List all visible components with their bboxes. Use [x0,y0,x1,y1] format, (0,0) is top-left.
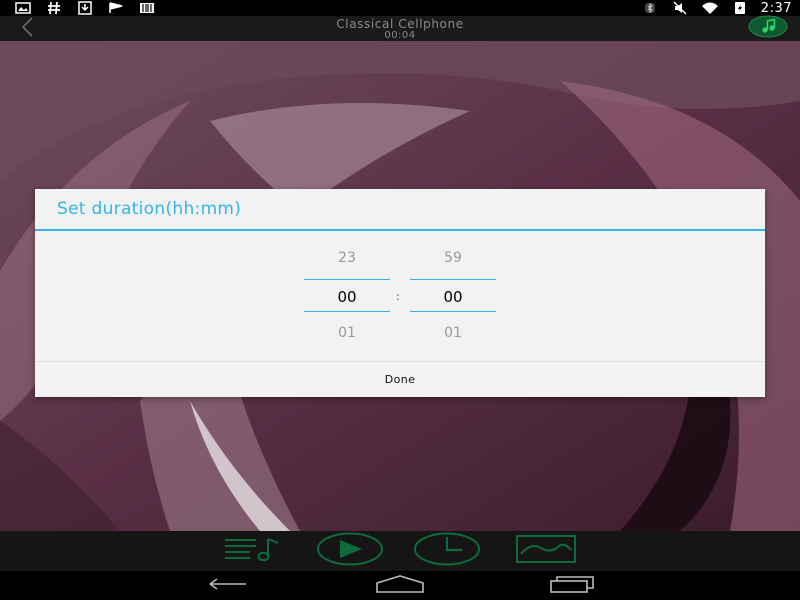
playlist-button[interactable] [222,534,286,568]
timer-button[interactable] [413,532,481,570]
hours-selection-line-top [304,279,390,280]
song-title: Classical Cellphone [336,17,464,31]
play-button[interactable] [316,532,384,570]
home-icon [374,574,426,598]
minutes-next-value[interactable]: 01 [410,325,496,341]
minutes-selection-line-top [410,279,496,280]
hours-current-value[interactable]: 00 [304,288,390,306]
hash-notification-icon [45,1,63,15]
play-icon [316,532,384,570]
action-bar: Classical Cellphone 00:04 [0,15,800,42]
barcode-notification-icon [138,1,156,15]
nav-recents-button[interactable] [548,575,596,597]
timer-icon [413,532,481,570]
dialog-title-divider [35,229,765,231]
minutes-picker[interactable]: 59 00 01 [410,244,496,354]
nav-back-button[interactable] [204,575,252,597]
set-duration-dialog: Set duration(hh:mm) 23 00 01 : 59 00 01 … [35,189,765,397]
hours-next-value[interactable]: 01 [304,325,390,341]
notification-icons [14,0,156,16]
back-arrow-icon [204,575,252,597]
flag-notification-icon [107,1,125,15]
minutes-prev-value[interactable]: 59 [410,250,496,266]
time-separator: : [396,290,400,303]
nav-home-button[interactable] [374,575,426,597]
equalizer-button[interactable] [515,534,577,568]
music-button[interactable] [748,15,788,42]
title-block: Classical Cellphone 00:04 [0,16,800,41]
music-note-icon [748,15,788,42]
system-nav-bar [0,571,800,600]
mute-icon [671,1,689,15]
minutes-selection-line-bottom [410,311,496,312]
recents-icon [548,574,596,598]
bluetooth-icon [641,1,659,15]
minutes-current-value[interactable]: 00 [410,288,496,306]
wifi-icon [701,1,719,15]
waveform-icon [515,534,577,568]
battery-icon [731,1,749,15]
playlist-icon [222,534,286,568]
hours-selection-line-bottom [304,311,390,312]
dialog-title: Set duration(hh:mm) [57,199,242,219]
gallery-notification-icon [14,1,32,15]
done-button[interactable]: Done [35,362,765,397]
status-bar: 2:37 [0,0,800,16]
hours-picker[interactable]: 23 00 01 [304,244,390,354]
hours-prev-value[interactable]: 23 [304,250,390,266]
status-time: 2:37 [760,0,792,16]
player-bar [0,531,800,571]
song-time: 00:04 [384,30,416,41]
system-icons: 2:37 [641,0,792,16]
download-notification-icon [76,1,94,15]
